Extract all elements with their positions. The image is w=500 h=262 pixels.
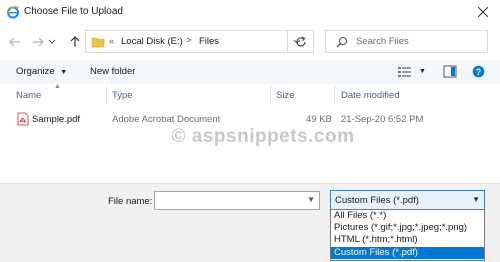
- file-name: Sample.pdf: [32, 114, 81, 125]
- watermark-text: © aspsnippets.com: [171, 126, 355, 147]
- file-type: Adobe Acrobat Document: [112, 114, 221, 125]
- organize-label: Organize: [16, 66, 55, 77]
- file-type-filter-value: Custom Files (*.pdf): [335, 195, 419, 206]
- preview-pane-icon[interactable]: [443, 65, 457, 78]
- svg-text:?: ?: [476, 67, 482, 77]
- view-options-icon[interactable]: [397, 65, 413, 78]
- help-icon[interactable]: ?: [472, 65, 485, 78]
- chevron-down-icon[interactable]: ▼: [472, 195, 480, 204]
- view-menu-caret-icon[interactable]: ▼: [419, 68, 426, 75]
- chevron-down-icon: [48, 39, 56, 44]
- column-divider[interactable]: [106, 86, 107, 104]
- recent-locations-button[interactable]: [47, 33, 57, 51]
- file-name-label: File name:: [108, 196, 153, 207]
- title-bar: Choose File to Upload: [0, 0, 500, 24]
- filter-option-pictures[interactable]: Pictures (*.gif;*.jpg;*.jpeg;*.png): [331, 222, 484, 234]
- breadcrumb-drive[interactable]: Local Disk (E:): [121, 36, 183, 47]
- address-bar[interactable]: « Local Disk (E:) > Files: [85, 30, 314, 53]
- column-header-name[interactable]: Name: [16, 90, 41, 101]
- file-date-modified: 21-Sep-20 6:52 PM: [341, 114, 424, 125]
- refresh-icon: [296, 36, 306, 46]
- close-icon: [478, 7, 488, 17]
- folder-icon: [91, 37, 105, 48]
- search-box[interactable]: Search Files: [325, 30, 488, 53]
- internet-explorer-icon: [6, 5, 20, 19]
- filter-option-all-files[interactable]: All Files (*.*): [331, 210, 484, 222]
- breadcrumb-overflow[interactable]: «: [109, 36, 114, 46]
- back-button[interactable]: [6, 33, 24, 51]
- up-button[interactable]: [66, 33, 84, 51]
- column-header-date-modified[interactable]: Date modified: [341, 90, 400, 101]
- search-placeholder: Search Files: [356, 36, 409, 47]
- command-toolbar: Organize ▼ New folder ▼ ?: [0, 60, 500, 84]
- forward-button[interactable]: [29, 33, 47, 51]
- organize-menu[interactable]: Organize ▼: [16, 66, 67, 77]
- column-divider[interactable]: [270, 86, 271, 104]
- up-arrow-icon: [70, 36, 80, 47]
- file-type-filter-select[interactable]: Custom Files (*.pdf) ▼: [330, 190, 485, 210]
- forward-arrow-icon: [33, 37, 44, 47]
- sort-ascending-icon: ▲: [54, 83, 61, 90]
- breadcrumb-folder[interactable]: Files: [199, 36, 219, 47]
- chevron-down-icon[interactable]: ▼: [307, 195, 315, 204]
- filter-option-html[interactable]: HTML (*.htm;*.html): [331, 234, 484, 246]
- file-name-input[interactable]: ▼: [154, 191, 320, 210]
- new-folder-button[interactable]: New folder: [90, 66, 135, 77]
- breadcrumb-separator[interactable]: >: [186, 35, 192, 46]
- column-divider[interactable]: [334, 86, 335, 104]
- window-title: Choose File to Upload: [24, 6, 123, 17]
- pdf-file-icon: [17, 112, 29, 126]
- back-arrow-icon: [9, 37, 20, 47]
- column-header-type[interactable]: Type: [112, 90, 133, 101]
- caret-down-icon: ▼: [60, 69, 68, 76]
- refresh-button[interactable]: [287, 30, 314, 53]
- file-size: 49 KB: [306, 114, 332, 125]
- filter-option-custom-files[interactable]: Custom Files (*.pdf): [331, 247, 484, 259]
- column-header-size[interactable]: Size: [276, 90, 294, 101]
- close-button[interactable]: [466, 0, 500, 24]
- search-icon: [336, 36, 348, 48]
- file-type-dropdown-list: All Files (*.*) Pictures (*.gif;*.jpg;*.…: [330, 209, 485, 261]
